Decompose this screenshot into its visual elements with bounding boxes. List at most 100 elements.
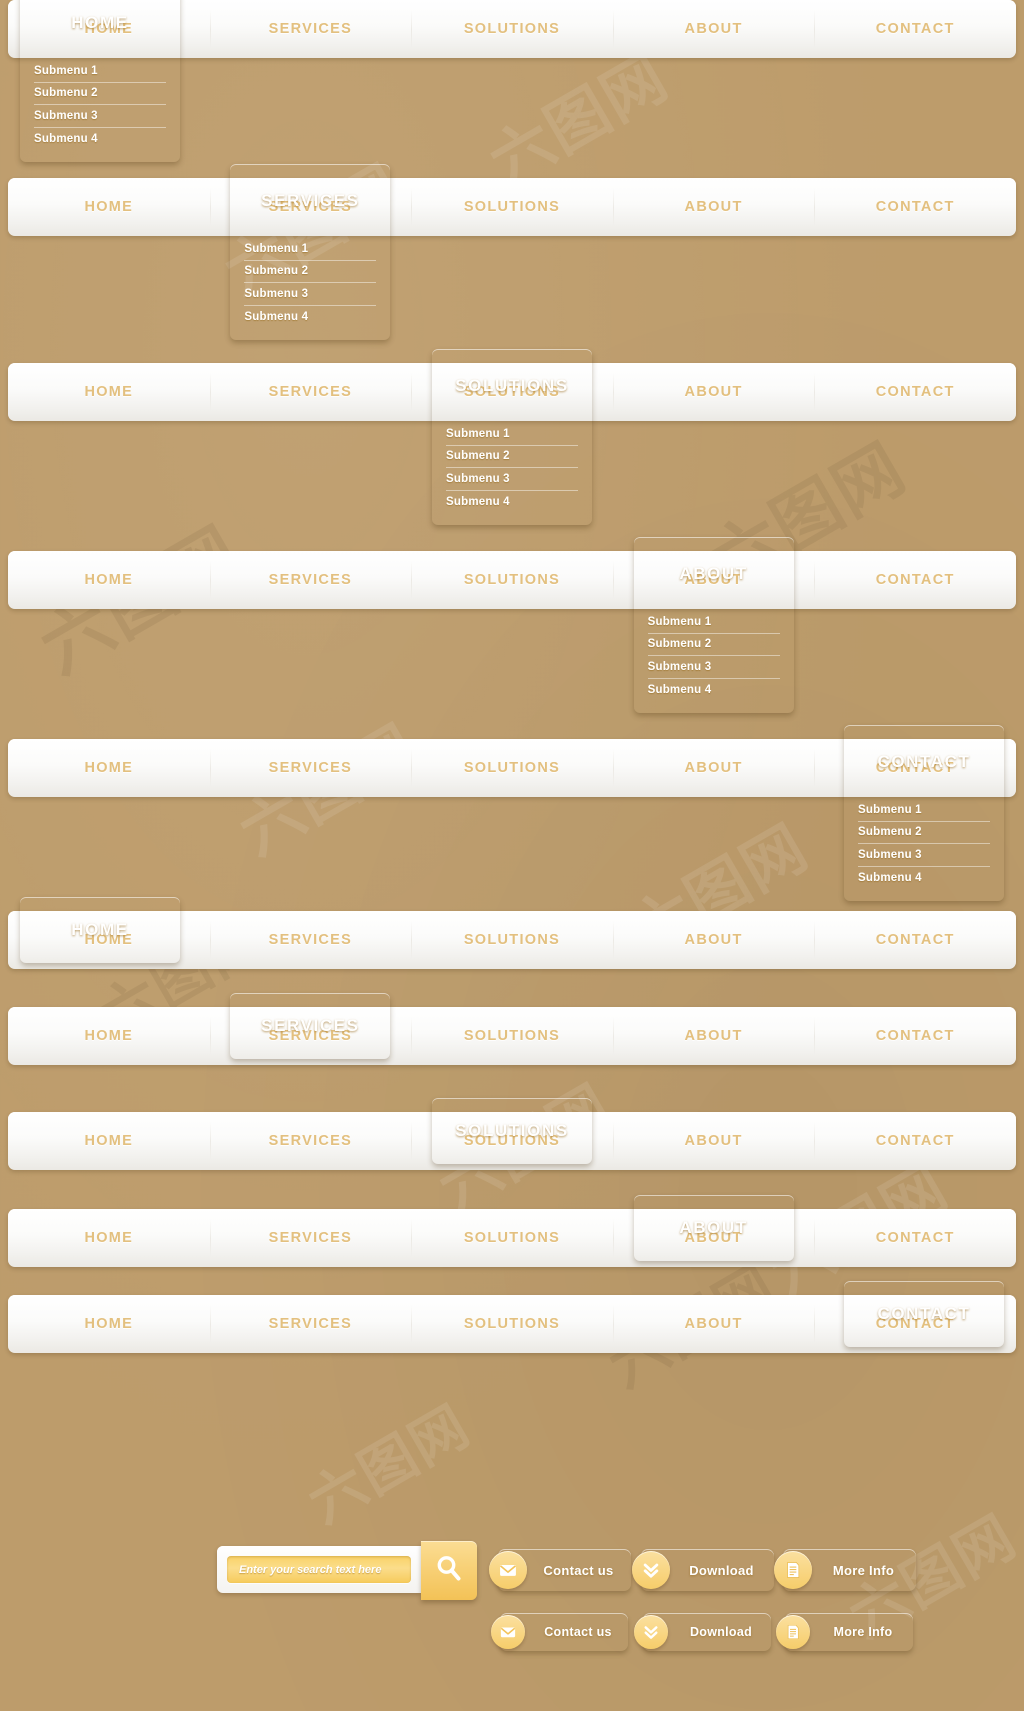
nav-item-solutions[interactable]: SOLUTIONS	[411, 1295, 613, 1353]
active-tab-solutions[interactable]: SOLUTIONS Submenu 1 Submenu 2 Submenu 3 Subm…	[432, 349, 592, 525]
nav-item-about[interactable]: ABOUT	[612, 178, 815, 236]
active-tab-solutions[interactable]: SOLUTIONS	[432, 1098, 592, 1164]
active-tab-about[interactable]: ABOUT Submenu 1 Submenu 2 Submenu 3 Submenu …	[634, 537, 794, 713]
submenu-item[interactable]: Submenu 1	[647, 611, 780, 634]
active-tab-home[interactable]: HOME	[20, 897, 180, 963]
nav-item-home[interactable]: HOME	[8, 1295, 210, 1353]
active-tab-contact[interactable]: CONTACT	[844, 1281, 1004, 1347]
navbar-block: HOME SERVICES SOLUTIONS ABOUT CONTACT SOLUTIO…	[8, 363, 1016, 508]
button-label: More Info	[833, 1625, 893, 1639]
active-tab-services[interactable]: SERVICES Submenu 1 Submenu 2 Submenu 3 Subme…	[230, 164, 390, 340]
active-tab-services[interactable]: SERVICES	[230, 993, 390, 1059]
nav-item-about[interactable]: ABOUT	[612, 1295, 815, 1353]
nav-item-contact[interactable]: CONTACT	[814, 1007, 1016, 1065]
contact-us-button[interactable]: Contact us	[491, 1613, 628, 1651]
double-chevron-down-icon	[634, 1615, 668, 1649]
button-label: Download	[689, 1562, 754, 1578]
search-box[interactable]: Enter your search text here	[217, 1541, 477, 1600]
nav-item-label: SERVICES	[268, 1230, 353, 1246]
nav-item-about[interactable]: ABOUT	[612, 363, 815, 421]
nav-item-contact[interactable]: CONTACT	[814, 911, 1016, 969]
nav-item-solutions[interactable]: SOLUTIONS	[411, 0, 613, 58]
nav-item-contact[interactable]: CONTACT	[814, 1112, 1016, 1170]
download-button[interactable]: Download	[632, 1549, 774, 1591]
submenu-item[interactable]: Submenu 2	[34, 83, 166, 105]
more-info-button[interactable]: More Info	[774, 1549, 916, 1591]
active-tab-label: ABOUT	[679, 564, 748, 583]
submenu-item[interactable]: Submenu 3	[244, 283, 377, 306]
submenu-item[interactable]: Submenu 3	[446, 468, 578, 491]
nav-item-label: SOLUTIONS	[463, 1316, 561, 1332]
submenu-item[interactable]: Submenu 1	[244, 238, 377, 261]
nav-item-solutions[interactable]: SOLUTIONS	[411, 551, 613, 609]
nav-item-solutions[interactable]: SOLUTIONS	[411, 1007, 613, 1065]
nav-item-about[interactable]: ABOUT	[612, 1007, 815, 1065]
active-tab-about[interactable]: ABOUT	[634, 1195, 794, 1261]
more-info-button[interactable]: More Info	[776, 1613, 913, 1651]
search-button[interactable]	[421, 1541, 477, 1600]
nav-item-label: SERVICES	[268, 21, 353, 37]
nav-item-services[interactable]: SERVICES	[209, 739, 412, 797]
nav-item-solutions[interactable]: SOLUTIONS	[411, 1209, 613, 1267]
active-tab-home[interactable]: HOME Submenu 1 Submenu 2 Submenu 3 Submenu 4	[20, 0, 180, 162]
submenu-item[interactable]: Submenu 2	[446, 446, 578, 468]
nav-item-label: ABOUT	[684, 932, 743, 948]
button-label: More Info	[832, 1562, 895, 1578]
nav-item-contact[interactable]: CONTACT	[814, 363, 1016, 421]
submenu-item[interactable]: Submenu 4	[648, 679, 780, 702]
nav-item-contact[interactable]: CONTACT	[814, 551, 1016, 609]
envelope-icon	[489, 1551, 527, 1589]
nav-item-home[interactable]: HOME	[8, 551, 210, 609]
submenu-item[interactable]: Submenu 1	[34, 60, 166, 83]
active-tab-label: CONTACT	[877, 1304, 971, 1323]
nav-item-services[interactable]: SERVICES	[209, 1112, 412, 1170]
nav-item-home[interactable]: HOME	[8, 363, 210, 421]
submenu-item[interactable]: Submenu 2	[858, 822, 990, 844]
nav-item-solutions[interactable]: SOLUTIONS	[411, 739, 613, 797]
nav-item-home[interactable]: HOME	[8, 1007, 210, 1065]
submenu-item[interactable]: Submenu 1	[446, 423, 578, 446]
search-input-shell: Enter your search text here	[217, 1546, 421, 1593]
nav-item-services[interactable]: SERVICES	[209, 1209, 412, 1267]
nav-item-about[interactable]: ABOUT	[612, 0, 815, 58]
nav-item-contact[interactable]: CONTACT	[814, 1209, 1016, 1267]
nav-item-home[interactable]: HOME	[8, 739, 210, 797]
nav-item-home[interactable]: HOME	[8, 1112, 210, 1170]
submenu-item[interactable]: Submenu 4	[858, 867, 990, 890]
nav-item-services[interactable]: SERVICES	[209, 911, 412, 969]
nav-item-home[interactable]: HOME	[8, 1209, 210, 1267]
submenu-item[interactable]: Submenu 4	[244, 306, 376, 329]
search-input[interactable]: Enter your search text here	[227, 1556, 411, 1583]
nav-item-contact[interactable]: CONTACT	[814, 0, 1016, 58]
nav-item-solutions[interactable]: SOLUTIONS	[411, 178, 613, 236]
submenu-item[interactable]: Submenu 4	[34, 128, 166, 151]
submenu-item[interactable]: Submenu 2	[244, 261, 377, 283]
nav-item-label: CONTACT	[875, 1133, 955, 1149]
nav-item-about[interactable]: ABOUT	[612, 739, 815, 797]
submenu-item[interactable]: Submenu 3	[34, 105, 166, 128]
nav-item-services[interactable]: SERVICES	[209, 363, 412, 421]
navbar: HOME SERVICES SOLUTIONS ABOUT CONTACT	[8, 1007, 1016, 1065]
contact-us-button[interactable]: Contact us	[489, 1549, 631, 1591]
submenu-item[interactable]: Submenu 4	[446, 491, 578, 514]
nav-item-label: CONTACT	[875, 572, 955, 588]
nav-item-services[interactable]: SERVICES	[209, 1295, 412, 1353]
submenu-item[interactable]: Submenu 3	[858, 844, 990, 867]
active-tab-contact[interactable]: CONTACT Submenu 1 Submenu 2 Submenu 3 Submen…	[844, 725, 1004, 901]
nav-item-solutions[interactable]: SOLUTIONS	[411, 911, 613, 969]
nav-item-home[interactable]: HOME	[8, 178, 210, 236]
nav-item-about[interactable]: ABOUT	[612, 911, 815, 969]
submenu-item[interactable]: Submenu 1	[858, 799, 990, 822]
download-button[interactable]: Download	[634, 1613, 771, 1651]
submenu-item[interactable]: Submenu 2	[647, 634, 780, 656]
search-icon	[435, 1554, 463, 1587]
nav-item-label: HOME	[84, 1316, 134, 1332]
submenu: Submenu 1 Submenu 2 Submenu 3 Submenu 4	[634, 611, 794, 713]
nav-item-contact[interactable]: CONTACT	[814, 178, 1016, 236]
nav-item-services[interactable]: SERVICES	[209, 0, 412, 58]
submenu: Submenu 1 Submenu 2 Submenu 3 Submenu 4	[432, 423, 592, 525]
nav-item-label: HOME	[84, 199, 134, 215]
nav-item-services[interactable]: SERVICES	[209, 551, 412, 609]
submenu-item[interactable]: Submenu 3	[647, 656, 780, 679]
nav-item-about[interactable]: ABOUT	[612, 1112, 815, 1170]
